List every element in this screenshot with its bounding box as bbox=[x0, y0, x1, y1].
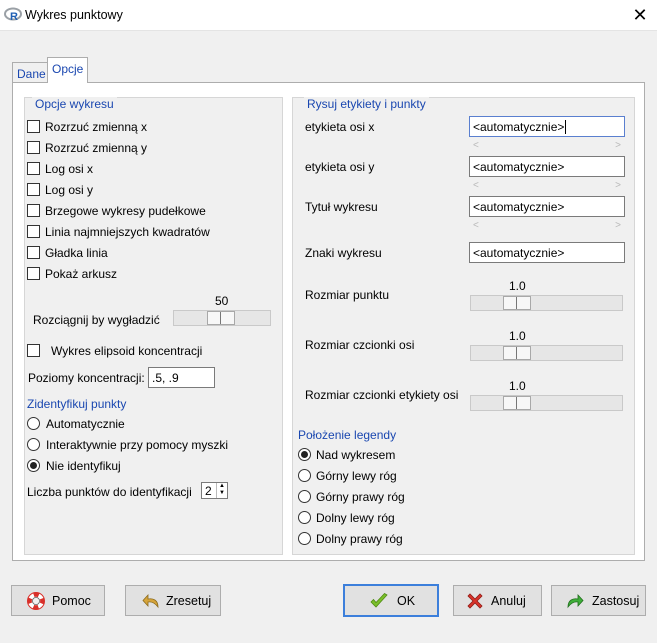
x-axis-label-label: etykieta osi x bbox=[305, 120, 375, 134]
redo-arrow-icon bbox=[567, 593, 584, 609]
axis-font-size-label: Rozmiar czcionki osi bbox=[305, 338, 415, 352]
radio-legend-bottom-right[interactable] bbox=[298, 532, 311, 545]
x-axis-label-input[interactable]: <automatycznie> bbox=[469, 116, 625, 137]
axis-font-size-value: 1.0 bbox=[509, 329, 526, 343]
help-button[interactable]: Pomoc bbox=[11, 585, 105, 616]
apply-button-label: Zastosuj bbox=[592, 594, 640, 608]
close-button[interactable]: ✕ bbox=[627, 4, 653, 26]
cancel-button-label: Anuluj bbox=[491, 594, 526, 608]
apply-button[interactable]: Zastosuj bbox=[551, 585, 646, 616]
checkbox-boxplots-label: Brzegowe wykresy pudełkowe bbox=[45, 204, 206, 218]
axis-label-font-size-slider-thumb[interactable] bbox=[503, 396, 531, 410]
lifebuoy-icon bbox=[27, 592, 45, 610]
checkbox-jitter-y[interactable] bbox=[27, 141, 40, 154]
ok-button-label: OK bbox=[397, 594, 416, 608]
checkbox-ellipse[interactable] bbox=[27, 344, 40, 357]
axis-label-font-size-value: 1.0 bbox=[509, 379, 526, 393]
legend-position-title: Położenie legendy bbox=[298, 428, 397, 442]
radio-identify-mouse[interactable] bbox=[27, 438, 40, 451]
levels-input[interactable]: .5, .9 bbox=[148, 367, 215, 388]
identify-count-spinner[interactable]: 2 ▲ ▼ bbox=[201, 482, 228, 499]
ok-button[interactable]: OK bbox=[343, 584, 439, 617]
identify-count-value: 2 bbox=[205, 484, 212, 498]
point-size-value: 1.0 bbox=[509, 279, 526, 293]
checkbox-show-sheet[interactable] bbox=[27, 267, 40, 280]
checkbox-log-y[interactable] bbox=[27, 183, 40, 196]
checkbox-smooth-line[interactable] bbox=[27, 246, 40, 259]
identify-count-label: Liczba punktów do identyfikacji bbox=[27, 485, 192, 499]
labels-points-title: Rysuj etykiety i punkty bbox=[304, 97, 429, 111]
checkbox-jitter-y-label: Rozrzuć zmienną y bbox=[45, 141, 148, 155]
smooth-slider-thumb[interactable] bbox=[207, 311, 235, 325]
checkmark-icon bbox=[370, 592, 388, 608]
x-axis-label-scrollbar[interactable]: < > bbox=[473, 140, 621, 154]
radio-legend-top-right-label: Górny prawy róg bbox=[316, 490, 405, 504]
plot-symbols-label: Znaki wykresu bbox=[305, 246, 382, 260]
point-size-slider[interactable] bbox=[470, 295, 623, 311]
checkbox-least-squares[interactable] bbox=[27, 225, 40, 238]
plot-options-title: Opcje wykresu bbox=[32, 97, 117, 111]
levels-label: Poziomy koncentracji: bbox=[28, 371, 145, 385]
radio-legend-above-label: Nad wykresem bbox=[316, 448, 396, 462]
radio-legend-bottom-right-label: Dolny prawy róg bbox=[316, 532, 403, 546]
checkbox-log-x[interactable] bbox=[27, 162, 40, 175]
smooth-slider-value: 50 bbox=[215, 294, 229, 308]
checkbox-ellipse-label: Wykres elipsoid koncentracji bbox=[51, 344, 203, 358]
checkbox-show-sheet-label: Pokaż arkusz bbox=[45, 267, 118, 281]
y-axis-label-label: etykieta osi y bbox=[305, 160, 375, 174]
radio-legend-top-left[interactable] bbox=[298, 469, 311, 482]
radio-identify-none[interactable] bbox=[27, 459, 40, 472]
radio-legend-top-left-label: Górny lewy róg bbox=[316, 469, 397, 483]
radio-legend-bottom-left[interactable] bbox=[298, 511, 311, 524]
identify-title: Zidentyfikuj punkty bbox=[27, 397, 127, 411]
plot-title-input[interactable]: <automatycznie> bbox=[469, 196, 625, 217]
tab-dane[interactable]: Dane bbox=[12, 62, 48, 82]
cancel-button[interactable]: Anuluj bbox=[453, 585, 542, 616]
axis-font-size-slider-thumb[interactable] bbox=[503, 346, 531, 360]
radio-legend-above[interactable] bbox=[298, 448, 311, 461]
plot-title-scrollbar[interactable]: < > bbox=[473, 220, 621, 234]
checkbox-boxplots[interactable] bbox=[27, 204, 40, 217]
radio-identify-auto[interactable] bbox=[27, 417, 40, 430]
r-logo-icon: R bbox=[4, 7, 22, 23]
title-bar: R Wykres punktowy ✕ bbox=[0, 0, 657, 31]
plot-symbols-input[interactable]: <automatycznie> bbox=[469, 242, 625, 263]
checkbox-log-x-label: Log osi x bbox=[45, 162, 94, 176]
plot-title-label: Tytuł wykresu bbox=[305, 200, 378, 214]
radio-identify-mouse-label: Interaktywnie przy pomocy myszki bbox=[46, 438, 229, 452]
help-button-label: Pomoc bbox=[52, 594, 91, 608]
svg-text:R: R bbox=[10, 11, 18, 23]
reset-button[interactable]: Zresetuj bbox=[125, 585, 221, 616]
point-size-label: Rozmiar punktu bbox=[305, 288, 390, 302]
radio-identify-none-label: Nie identyfikuj bbox=[46, 459, 121, 473]
reset-button-label: Zresetuj bbox=[166, 594, 212, 608]
axis-label-font-size-label: Rozmiar czcionki etykiety osi bbox=[305, 388, 459, 402]
smooth-slider[interactable] bbox=[173, 310, 271, 326]
axis-label-font-size-slider[interactable] bbox=[470, 395, 623, 411]
y-axis-label-input[interactable]: <automatycznie> bbox=[469, 156, 625, 177]
red-x-icon bbox=[467, 593, 483, 609]
checkbox-log-y-label: Log osi y bbox=[45, 183, 94, 197]
undo-arrow-icon bbox=[142, 593, 159, 609]
window-title: Wykres punktowy bbox=[25, 8, 123, 22]
spinner-arrows-icon[interactable]: ▲ ▼ bbox=[216, 483, 227, 498]
checkbox-least-squares-label: Linia najmniejszych kwadratów bbox=[45, 225, 210, 239]
tab-opcje[interactable]: Opcje bbox=[47, 57, 88, 83]
radio-legend-top-right[interactable] bbox=[298, 490, 311, 503]
radio-identify-auto-label: Automatycznie bbox=[46, 417, 125, 431]
checkbox-jitter-x[interactable] bbox=[27, 120, 40, 133]
checkbox-smooth-line-label: Gładka linia bbox=[45, 246, 108, 260]
y-axis-label-scrollbar[interactable]: < > bbox=[473, 180, 621, 194]
checkbox-jitter-x-label: Rozrzuć zmienną x bbox=[45, 120, 148, 134]
smooth-slider-label: Rozciągnij by wygładzić bbox=[33, 313, 160, 327]
axis-font-size-slider[interactable] bbox=[470, 345, 623, 361]
point-size-slider-thumb[interactable] bbox=[503, 296, 531, 310]
radio-legend-bottom-left-label: Dolny lewy róg bbox=[316, 511, 395, 525]
